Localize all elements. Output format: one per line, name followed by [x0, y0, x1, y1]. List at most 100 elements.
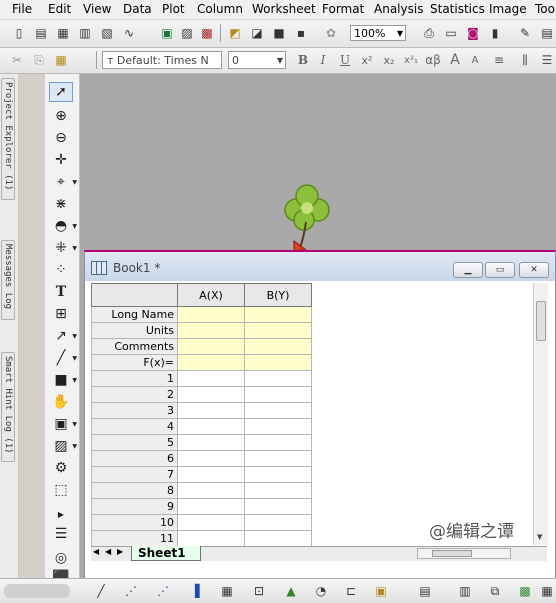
column-header-b[interactable]: B(Y)	[244, 283, 312, 307]
menu-worksheet[interactable]: Worksheet	[252, 2, 316, 16]
layer-icon[interactable]: ▥	[456, 582, 474, 600]
text-tool-icon[interactable]: T	[49, 282, 73, 302]
cell[interactable]	[177, 386, 245, 403]
cell[interactable]	[244, 530, 312, 547]
cell[interactable]	[177, 434, 245, 451]
vertical-scroll-thumb[interactable]	[536, 301, 546, 341]
pointer-tool-icon[interactable]: ➚	[49, 82, 73, 102]
zoom-select[interactable]: 100% ▼	[350, 25, 406, 41]
decrease-font-button[interactable]: A	[466, 51, 484, 69]
subscript-button[interactable]: x₂	[380, 51, 398, 69]
cell[interactable]	[244, 450, 312, 467]
row-number[interactable]: 3	[91, 402, 178, 419]
rectangle-tool-icon[interactable]: ■ ▼	[49, 370, 77, 390]
cell[interactable]	[177, 354, 245, 371]
row-number[interactable]: 7	[91, 466, 178, 483]
sheet-tab[interactable]: Sheet1	[131, 546, 201, 561]
row-number[interactable]: 11	[91, 530, 178, 547]
zoom-out-icon[interactable]: ⊖	[49, 128, 73, 148]
cell[interactable]	[244, 514, 312, 531]
menu-image[interactable]: Image	[489, 2, 527, 16]
merge-icon[interactable]: ⧉	[486, 582, 504, 600]
new-folder-icon[interactable]: ▤	[32, 24, 50, 42]
font-size-select[interactable]: 0 ▼	[228, 51, 286, 69]
greek-button[interactable]: αβ	[424, 51, 442, 69]
menu-file[interactable]: File	[12, 2, 32, 16]
row-number[interactable]: 9	[91, 498, 178, 515]
cell[interactable]	[177, 338, 245, 355]
data-reader-icon[interactable]: ⌖ ▼	[49, 172, 77, 192]
cell[interactable]	[244, 386, 312, 403]
cell[interactable]	[244, 482, 312, 499]
horizontal-scroll-thumb[interactable]	[432, 550, 472, 557]
row-header-long-name[interactable]: Long Name	[91, 306, 178, 323]
dock-tab-smart-hint-log[interactable]: Smart Hint Log (1)	[1, 352, 15, 462]
align-icon[interactable]: ≡	[490, 51, 508, 69]
columns-icon[interactable]: ⫼	[516, 51, 534, 69]
arrow-tool-icon[interactable]: ↗ ▼	[49, 326, 77, 346]
new-function-icon[interactable]: ∿	[120, 24, 138, 42]
export-graph-icon[interactable]: ◙	[464, 24, 482, 42]
row-number[interactable]: 8	[91, 482, 178, 499]
row-header-formula[interactable]: F(x)=	[91, 354, 178, 371]
print-icon[interactable]: ⎙	[420, 24, 438, 42]
recalculate-icon[interactable]: ✿	[322, 24, 340, 42]
menu-statistics[interactable]: Statistics	[430, 2, 485, 16]
cell[interactable]	[177, 466, 245, 483]
new-excel-icon[interactable]: ▥	[76, 24, 94, 42]
cell[interactable]	[244, 434, 312, 451]
screen-reader-icon[interactable]: ✛	[49, 150, 73, 170]
paste-icon[interactable]: ▦	[52, 51, 70, 69]
column-header-a[interactable]: A(X)	[177, 283, 245, 307]
region-of-interest-icon[interactable]: ⚙	[49, 458, 73, 478]
vertical-scrollbar[interactable]: ▼	[533, 283, 548, 545]
menu-data[interactable]: Data	[123, 2, 152, 16]
cell[interactable]	[177, 306, 245, 323]
superscript-button[interactable]: x²	[358, 51, 376, 69]
code-builder-icon[interactable]: ✎	[516, 24, 534, 42]
line-symbol-plot-icon[interactable]: ⋰	[154, 582, 172, 600]
row-number[interactable]: 5	[91, 434, 178, 451]
box-plot-icon[interactable]: ⊏	[342, 582, 360, 600]
cell[interactable]	[177, 402, 245, 419]
row-number[interactable]: 4	[91, 418, 178, 435]
insert-graph-icon[interactable]: ▨ ▼	[49, 436, 77, 456]
next-sheet-icon[interactable]: ▶	[117, 547, 123, 556]
cell[interactable]	[244, 354, 312, 371]
horizontal-scrollbar[interactable]	[417, 548, 511, 559]
row-header-units[interactable]: Units	[91, 322, 178, 339]
first-sheet-icon[interactable]: ◀	[93, 547, 99, 556]
row-header-comments[interactable]: Comments	[91, 338, 178, 355]
cell[interactable]	[177, 322, 245, 339]
worksheet-grid[interactable]: A(X) B(Y) Long Name Units Comments F(x)=…	[91, 283, 312, 547]
scatter-plot-icon[interactable]: ⋰	[122, 582, 140, 600]
line-style-icon[interactable]: ☰	[538, 51, 556, 69]
font-select[interactable]: ᴛ Default: Times N	[102, 51, 222, 69]
cell[interactable]	[177, 514, 245, 531]
cell[interactable]	[244, 466, 312, 483]
workbook-window[interactable]: Book1 * ▁ ▭ ✕ A(X) B(Y) Long Name Units …	[84, 250, 556, 580]
new-matrix-icon[interactable]: ▣	[158, 24, 176, 42]
dock-tab-project-explorer[interactable]: Project Explorer (1)	[1, 78, 15, 200]
more-icon[interactable]: ▦	[538, 582, 556, 600]
data-selector-icon[interactable]: ⁜ ▼	[49, 238, 77, 258]
results-log-icon[interactable]: ▤	[538, 24, 556, 42]
row-number[interactable]: 2	[91, 386, 178, 403]
3d-rotate-icon[interactable]: ⬚	[49, 480, 73, 500]
cell[interactable]	[244, 306, 312, 323]
new-project-icon[interactable]: ▯	[10, 24, 28, 42]
save-project-icon[interactable]: ■	[270, 24, 288, 42]
menu-edit[interactable]: Edit	[48, 2, 71, 16]
bold-button[interactable]: B	[294, 51, 312, 69]
row-number[interactable]: 6	[91, 450, 178, 467]
expand-arrow-icon[interactable]: ▶	[49, 504, 73, 524]
line-plot-icon[interactable]: ╱	[92, 582, 110, 600]
3d-plot-icon[interactable]: ▣	[372, 582, 390, 600]
cell[interactable]	[177, 498, 245, 515]
menu-analysis[interactable]: Analysis	[374, 2, 423, 16]
circle-icon[interactable]: ◎	[49, 548, 73, 568]
close-button[interactable]: ✕	[519, 262, 549, 278]
new-graph-icon[interactable]: ▧	[98, 24, 116, 42]
menu-view[interactable]: View	[83, 2, 111, 16]
matrix-icon[interactable]: ▩	[516, 582, 534, 600]
